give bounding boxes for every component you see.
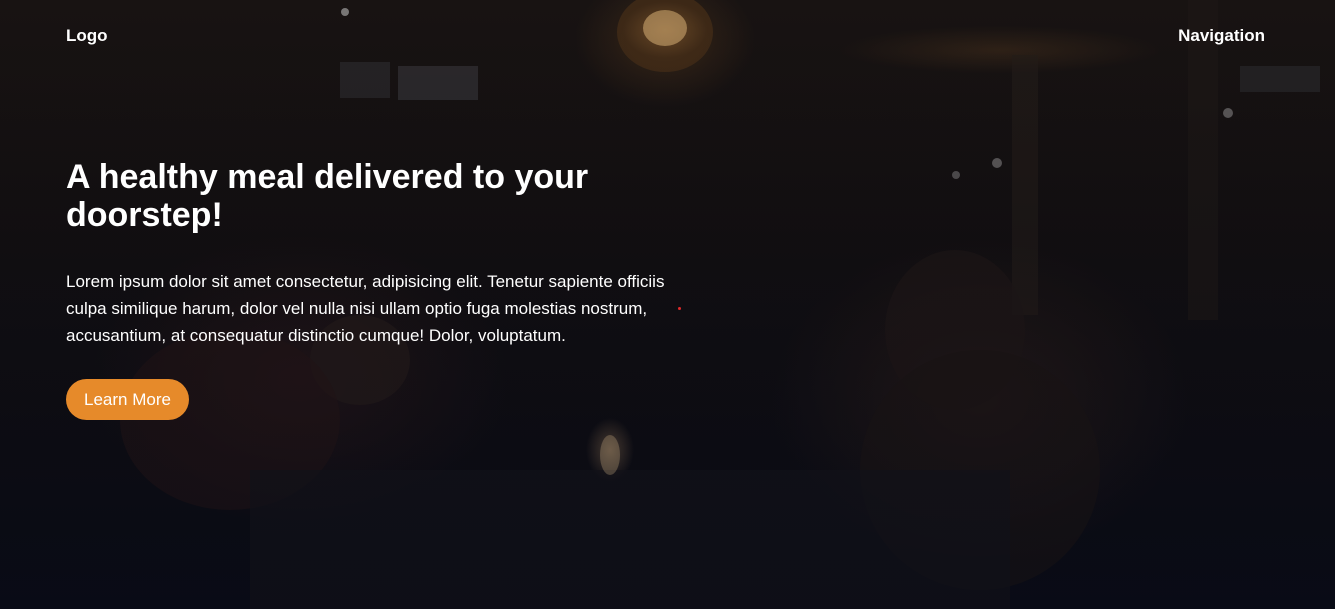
logo-link[interactable]: Logo	[66, 26, 108, 46]
hero-description: Lorem ipsum dolor sit amet consectetur, …	[66, 272, 665, 345]
top-bar: Logo Navigation	[0, 0, 1335, 72]
hero-content: A healthy meal delivered to your doorste…	[66, 158, 676, 420]
navigation-link[interactable]: Navigation	[1178, 26, 1265, 46]
hero-section: Logo Navigation A healthy meal delivered…	[0, 0, 1335, 609]
learn-more-button[interactable]: Learn More	[66, 379, 189, 420]
hero-headline: A healthy meal delivered to your doorste…	[66, 158, 589, 234]
red-dot-marker	[678, 307, 681, 310]
